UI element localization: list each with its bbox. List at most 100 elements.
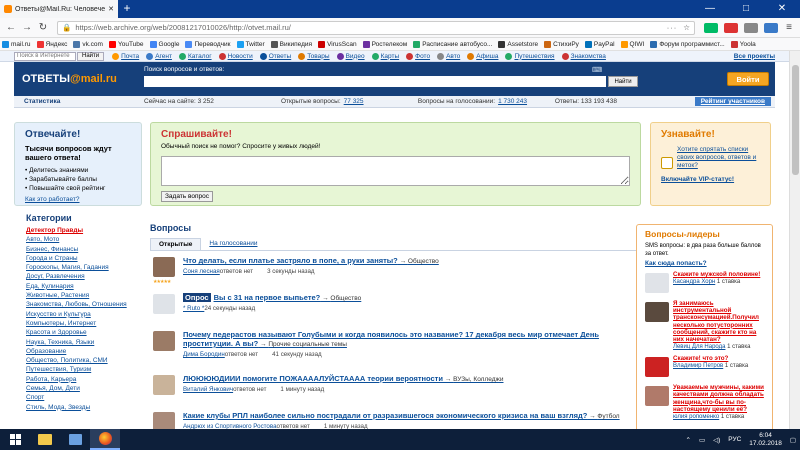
tab-open[interactable]: Открытые — [150, 238, 202, 250]
user-avatar[interactable] — [153, 412, 175, 429]
bookmark-item[interactable]: Ростелеком — [362, 40, 407, 48]
rating-button[interactable]: Рейтинг участников — [694, 97, 772, 106]
category-link[interactable]: Образование — [26, 347, 142, 356]
project-link[interactable]: Почта — [112, 52, 139, 60]
bookmark-item[interactable]: Assetstore — [498, 40, 538, 48]
how-to-get-here-link[interactable]: Как сюда попасть? — [645, 260, 764, 267]
open-questions-link[interactable]: 77 325 — [344, 98, 364, 105]
reload-icon[interactable]: ↻ — [35, 22, 51, 33]
extension-icon[interactable] — [724, 22, 738, 33]
category-link[interactable]: Искусство и Культура — [26, 310, 142, 319]
leader-author-link[interactable]: Левиц Для Народа — [673, 344, 725, 350]
category-link[interactable]: Семья, Дом, Дети — [26, 384, 142, 393]
otvety-logo[interactable]: ОТВЕТЫ@mail.ru — [14, 73, 144, 85]
project-link[interactable]: Товары — [298, 52, 330, 60]
notifications-icon[interactable]: ▢ — [790, 436, 796, 444]
category-link[interactable]: Наука, Техника, Языки — [26, 338, 142, 347]
category-link[interactable]: Красота и Здоровье — [26, 328, 142, 337]
question-category-link[interactable]: Прочие социальные темы — [268, 341, 347, 348]
login-button[interactable]: Войти — [727, 72, 769, 86]
question-author-link[interactable]: * Ruto * — [183, 305, 204, 312]
leader-author-link[interactable]: Владимир Петров — [673, 363, 723, 369]
category-link[interactable]: Знакомства, Любовь, Отношения — [26, 300, 142, 309]
hide-lists-link[interactable]: Хотите спрятать списки своих вопросов, о… — [677, 146, 760, 170]
leader-question-link[interactable]: Я занимаюсь инструментальной трансконсум… — [673, 300, 766, 343]
project-link[interactable]: Видео — [336, 52, 365, 60]
user-avatar[interactable] — [153, 375, 175, 395]
forward-icon[interactable]: → — [19, 22, 35, 33]
category-link[interactable]: Общество, Политика, СМИ — [26, 356, 142, 365]
leader-question-link[interactable]: Уважаемые мужчины, какими качествами дол… — [673, 384, 766, 413]
question-category-link[interactable]: ВУЗы, Колледжи — [453, 376, 503, 383]
question-search-input[interactable] — [144, 76, 606, 87]
question-link[interactable]: Какие клубы РПЛ наиболее сильно пострада… — [183, 411, 587, 420]
browser-tab[interactable]: Ответы@Mail.Ru: Человечес... ✕ — [0, 0, 118, 18]
language-indicator[interactable]: РУС — [728, 436, 741, 443]
question-author-link[interactable]: Виталий Янкович — [183, 386, 233, 393]
new-tab-icon[interactable]: + — [120, 2, 134, 14]
ask-question-textarea[interactable] — [161, 156, 630, 186]
question-link[interactable]: Почему педерастов называют Голубыми и ко… — [183, 330, 599, 348]
bookmark-item[interactable]: mail.ru — [2, 40, 31, 48]
all-projects-link[interactable]: Все проекты — [734, 53, 775, 60]
back-icon[interactable]: ← — [3, 22, 19, 33]
bookmark-item[interactable]: СтихиРу — [544, 40, 579, 48]
portal-search-button[interactable]: Найти — [77, 51, 105, 61]
category-link[interactable]: Гороскопы, Магия, Гадания — [26, 263, 142, 272]
bookmark-item[interactable]: Переводчик — [185, 40, 231, 48]
category-link[interactable]: Досуг, Развлечения — [26, 272, 142, 281]
page-scrollbar[interactable] — [789, 51, 800, 429]
ask-question-button[interactable]: Задать вопрос — [161, 191, 213, 202]
project-link[interactable]: Авто — [437, 52, 460, 60]
start-button[interactable] — [0, 429, 30, 450]
bookmark-star-icon[interactable]: ☆ — [683, 23, 690, 32]
category-link[interactable]: Путешествия, Туризм — [26, 365, 142, 374]
maximize-button[interactable]: □ — [728, 0, 764, 18]
scrollbar-thumb[interactable] — [792, 65, 799, 175]
category-link[interactable]: Авто, Мото — [26, 235, 142, 244]
user-avatar[interactable] — [153, 331, 175, 351]
leader-author-link[interactable]: Касандра Хорн — [673, 279, 715, 285]
vip-status-link[interactable]: Включайте VIP-статус! — [661, 176, 760, 183]
bookmark-item[interactable]: Twitter — [236, 40, 265, 48]
category-link[interactable]: Компьютеры, Интернет — [26, 319, 142, 328]
category-link[interactable]: Животные, Растения — [26, 291, 142, 300]
clock[interactable]: 6:04 17.02.2018 — [749, 432, 782, 448]
category-link[interactable]: Стиль, Мода, Звезды — [26, 403, 142, 412]
bookmark-item[interactable]: Форум программист... — [650, 40, 725, 48]
question-category-link[interactable]: Футбол — [597, 413, 619, 420]
keyboard-icon[interactable]: ⌨ — [592, 66, 602, 74]
user-avatar[interactable] — [645, 273, 669, 293]
firefox-icon[interactable] — [90, 429, 120, 450]
page-actions-icon[interactable]: ··· — [667, 23, 678, 32]
how-it-works-link[interactable]: Как это работает? — [25, 196, 131, 203]
bookmark-item[interactable]: YouTube — [108, 40, 144, 48]
project-link[interactable]: Карты — [371, 52, 399, 60]
question-link[interactable]: ЛЮЮЮЮДИИИ помогите ПОЖААААЛУЙСТАААА теор… — [183, 374, 443, 383]
category-link[interactable]: Бизнес, Финансы — [26, 245, 142, 254]
bookmark-item[interactable]: QIWI — [620, 40, 644, 48]
find-button[interactable]: Найти — [608, 76, 638, 87]
category-link[interactable]: Города и Страны — [26, 254, 142, 263]
question-link[interactable]: Вы с 31 на первое выпьете? — [214, 293, 321, 302]
user-avatar[interactable] — [153, 294, 175, 314]
tray-arrow-icon[interactable]: ⌃ — [685, 436, 690, 444]
bookmark-item[interactable]: Расписание автобусо... — [413, 40, 492, 48]
question-category-link[interactable]: Общество — [408, 258, 439, 265]
volume-icon[interactable]: ◁) — [713, 436, 720, 444]
project-link[interactable]: Фото — [406, 52, 430, 60]
sidebar-icon[interactable] — [764, 22, 778, 33]
minimize-button[interactable]: — — [692, 0, 728, 18]
file-explorer-icon[interactable] — [30, 429, 60, 450]
leader-question-link[interactable]: Скажите мужской половине! — [673, 271, 766, 278]
bookmark-item[interactable]: Википедия — [270, 40, 312, 48]
close-window-button[interactable]: ✕ — [764, 0, 800, 18]
network-icon[interactable]: ▭ — [699, 436, 705, 444]
leader-question-link[interactable]: Скажите! что это? — [673, 355, 766, 362]
tab-voting[interactable]: На голосовании — [201, 238, 265, 250]
user-avatar[interactable] — [645, 386, 669, 407]
project-link[interactable]: Ответы — [259, 52, 291, 60]
close-tab-icon[interactable]: ✕ — [108, 5, 114, 13]
project-link[interactable]: Знакомства — [561, 52, 606, 60]
project-link[interactable]: Новости — [218, 52, 253, 60]
